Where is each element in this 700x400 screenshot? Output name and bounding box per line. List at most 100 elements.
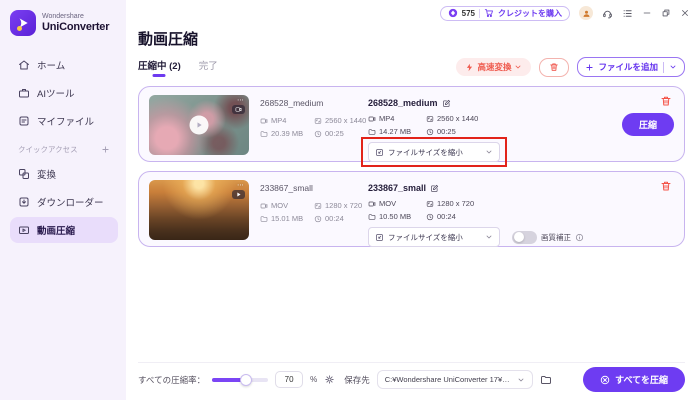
sidebar-item-label: マイファイル: [37, 117, 95, 128]
delete-all-button[interactable]: [539, 57, 570, 77]
file-row-1: ⋯ 268528_medium MP4 2560 x 1440 20.39 MB…: [138, 86, 685, 167]
play-button[interactable]: [189, 115, 209, 135]
compress-circle-icon: [600, 375, 610, 385]
resolution-icon: [314, 202, 322, 210]
resolution-icon: [426, 115, 434, 123]
divider: [663, 61, 664, 73]
slider-knob[interactable]: [239, 373, 252, 386]
plus-icon[interactable]: [101, 145, 110, 154]
quality-fix-toggle[interactable]: [512, 230, 537, 244]
add-files-button[interactable]: ファイルを追加: [577, 57, 685, 77]
brand-bottom: UniConverter: [42, 20, 110, 33]
tab-label: 圧縮中 (2): [138, 60, 181, 72]
compression-mode-label: ファイルサイズを縮小: [388, 147, 463, 157]
sidebar-item-label: AIツール: [37, 89, 75, 100]
fast-convert-button[interactable]: 高速変換: [456, 58, 532, 76]
thumb-menu-dots: ⋯: [237, 182, 245, 189]
tab-compressing[interactable]: 圧縮中 (2): [138, 58, 181, 77]
target-name: 233867_small: [368, 183, 427, 193]
add-files-label: ファイルを追加: [598, 62, 658, 72]
video-thumbnail[interactable]: ⋯: [149, 180, 249, 240]
source-format: MOV: [271, 201, 289, 210]
format-icon: [368, 115, 376, 123]
bolt-icon: [465, 63, 474, 72]
size-icon: [260, 130, 268, 138]
camera-icon: [235, 106, 242, 113]
sidebar-item-video-compress[interactable]: 動画圧縮: [10, 217, 118, 243]
avatar[interactable]: [579, 6, 593, 20]
sidebar-item-my-files[interactable]: マイファイル: [10, 108, 118, 134]
shrink-file-icon: [375, 148, 384, 157]
quality-fix-label: 画質補正: [541, 232, 571, 242]
open-folder-icon[interactable]: [540, 374, 552, 386]
restore-window-icon[interactable]: [661, 8, 671, 18]
compression-rate-label: すべての圧縮率：: [138, 374, 206, 385]
compress-all-button[interactable]: すべてを圧縮: [583, 367, 685, 392]
compress-button[interactable]: 圧縮: [621, 113, 674, 136]
info-icon[interactable]: [575, 233, 584, 242]
main-area: 575 クレジットを購入 動画圧縮 圧縮中 (2) 完了 高速変換 ファイルを追…: [126, 0, 700, 400]
sidebar: Wondershare UniConverter ホーム AIツール マイファイ…: [0, 0, 126, 400]
rate-value-input[interactable]: [275, 371, 304, 388]
credits-count: 575: [461, 8, 475, 18]
save-path-text: C:¥Wondershare UniConverter 17¥Compres: [384, 375, 513, 384]
format-icon: [368, 200, 376, 208]
compression-mode-select[interactable]: ファイルサイズを縮小: [368, 142, 500, 162]
save-location-label: 保存先: [344, 374, 370, 385]
target-resolution: 2560 x 1440: [437, 114, 479, 123]
file-icon: [18, 115, 30, 127]
trash-icon: [549, 62, 559, 72]
footer-bar: すべての圧縮率： % 保存先 C:¥Wondershare UniConvert…: [138, 362, 685, 400]
thumb-menu-dots: ⋯: [237, 97, 245, 104]
sidebar-item-label: 変換: [37, 170, 57, 181]
tab-done[interactable]: 完了: [199, 58, 218, 77]
edit-icon[interactable]: [430, 184, 439, 193]
target-format: MOV: [379, 199, 397, 208]
target-resolution: 1280 x 720: [437, 199, 475, 208]
support-headset-icon[interactable]: [602, 8, 613, 19]
close-icon[interactable]: [680, 8, 690, 18]
resolution-icon: [314, 117, 322, 125]
edit-icon[interactable]: [442, 99, 451, 108]
resolution-icon: [426, 200, 434, 208]
source-size: 20.39 MB: [271, 129, 304, 138]
duration-icon: [426, 213, 434, 221]
logo-dot: [17, 26, 22, 31]
credits-pill[interactable]: 575 クレジットを購入: [439, 5, 570, 21]
delete-file-icon[interactable]: [660, 180, 672, 192]
target-size: 14.27 MB: [379, 127, 412, 136]
fast-convert-label: 高速変換: [477, 62, 512, 72]
divider: [479, 8, 480, 18]
save-path-select[interactable]: C:¥Wondershare UniConverter 17¥Compres: [376, 370, 533, 389]
convert-icon: [18, 168, 30, 180]
source-name: 233867_small: [260, 183, 313, 193]
sidebar-item-convert[interactable]: 変換: [10, 161, 118, 187]
minimize-icon[interactable]: [642, 8, 652, 18]
size-icon: [368, 128, 376, 136]
toggle-knob: [513, 232, 524, 242]
home-icon: [18, 59, 30, 71]
chevron-down-icon[interactable]: [669, 63, 677, 71]
sidebar-item-home[interactable]: ホーム: [10, 52, 118, 78]
play-icon: [235, 191, 242, 198]
titlebar: 575 クレジットを購入: [126, 0, 700, 22]
video-thumbnail[interactable]: ⋯: [149, 95, 249, 155]
gear-icon[interactable]: [324, 374, 335, 385]
target-format: MP4: [379, 114, 395, 123]
delete-file-icon[interactable]: [660, 95, 672, 107]
task-list-icon[interactable]: [622, 8, 633, 19]
sidebar-item-downloader[interactable]: ダウンローダー: [10, 189, 118, 215]
sidebar-item-label: 動画圧縮: [37, 226, 76, 237]
chevron-down-icon: [517, 376, 525, 384]
compression-mode-select[interactable]: ファイルサイズを縮小: [368, 227, 500, 247]
sidebar-item-ai-tools[interactable]: AIツール: [10, 80, 118, 106]
sidebar-item-label: ダウンローダー: [37, 198, 104, 209]
tabs: 圧縮中 (2) 完了: [138, 58, 218, 77]
play-icon: [195, 121, 204, 130]
source-duration: 00:24: [325, 214, 344, 223]
source-size: 15.01 MB: [271, 214, 304, 223]
tab-label: 完了: [198, 60, 218, 72]
compression-rate-slider[interactable]: [212, 373, 269, 386]
quick-access-label: クイックアクセス: [18, 145, 78, 154]
source-resolution: 2560 x 1440: [325, 116, 367, 125]
